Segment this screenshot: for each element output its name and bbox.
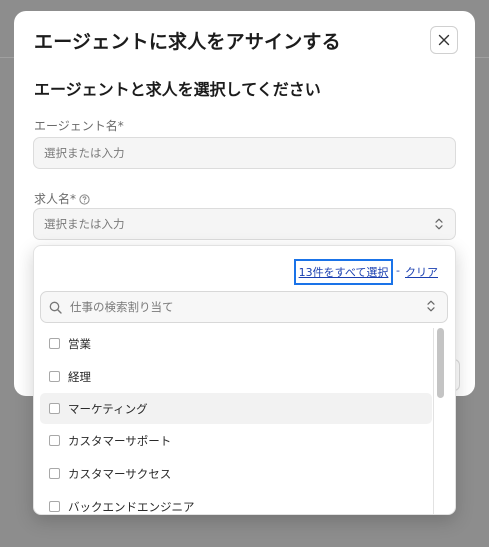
job-field-label-text: 求人名* xyxy=(34,192,77,206)
background-divider xyxy=(0,57,14,58)
job-select-placeholder: 選択または入力 xyxy=(44,217,125,231)
help-circle-icon[interactable] xyxy=(79,194,90,205)
checkbox[interactable] xyxy=(49,468,60,479)
list-item[interactable]: 営業 xyxy=(40,328,432,359)
chevron-up-down-icon xyxy=(427,300,435,312)
job-search-input[interactable]: 仕事の検索割り当て xyxy=(40,291,448,323)
checkbox[interactable] xyxy=(49,403,60,414)
job-dropdown-panel: 13件をすべて選択 - クリア 仕事の検索割り当て 営業 経理 マーケティング … xyxy=(33,245,456,515)
list-item[interactable]: カスタマーサクセス xyxy=(40,458,432,489)
link-separator: - xyxy=(396,264,400,277)
list-item-label: マーケティング xyxy=(68,401,148,416)
agent-input-placeholder: 選択または入力 xyxy=(44,146,125,160)
background-divider xyxy=(475,57,489,58)
modal-subtitle: エージェントと求人を選択してください xyxy=(34,80,321,99)
agent-name-input[interactable]: 選択または入力 xyxy=(33,137,456,169)
modal-title: エージェントに求人をアサインする xyxy=(34,31,341,53)
chevron-up-down-icon xyxy=(435,218,443,230)
list-item-label: カスタマーサクセス xyxy=(68,466,172,481)
list-item-label: 営業 xyxy=(68,336,91,351)
search-icon xyxy=(49,301,62,314)
list-item-label: バックエンドエンジニア xyxy=(68,499,195,514)
checkbox[interactable] xyxy=(49,435,60,446)
job-name-select[interactable]: 選択または入力 xyxy=(33,208,456,240)
close-button[interactable] xyxy=(430,26,458,54)
select-all-link[interactable]: 13件をすべて選択 xyxy=(294,259,393,285)
list-item[interactable]: マーケティング xyxy=(40,393,432,424)
list-scrollbar[interactable] xyxy=(433,328,447,514)
clear-link[interactable]: クリア xyxy=(405,264,438,280)
checkbox[interactable] xyxy=(49,338,60,349)
list-item[interactable]: 経理 xyxy=(40,361,432,392)
scrollbar-track xyxy=(433,328,434,514)
agent-field-label: エージェント名* xyxy=(34,119,124,133)
job-field-label: 求人名* xyxy=(34,190,90,207)
search-placeholder: 仕事の検索割り当て xyxy=(70,300,174,314)
scrollbar-thumb[interactable] xyxy=(437,328,444,398)
list-item-label: 経理 xyxy=(68,369,91,384)
close-icon xyxy=(438,34,450,46)
checkbox[interactable] xyxy=(49,501,60,512)
list-item-label: カスタマーサポート xyxy=(68,433,172,448)
checkbox[interactable] xyxy=(49,371,60,382)
list-item[interactable]: カスタマーサポート xyxy=(40,425,432,456)
list-item[interactable]: バックエンドエンジニア xyxy=(40,491,432,514)
